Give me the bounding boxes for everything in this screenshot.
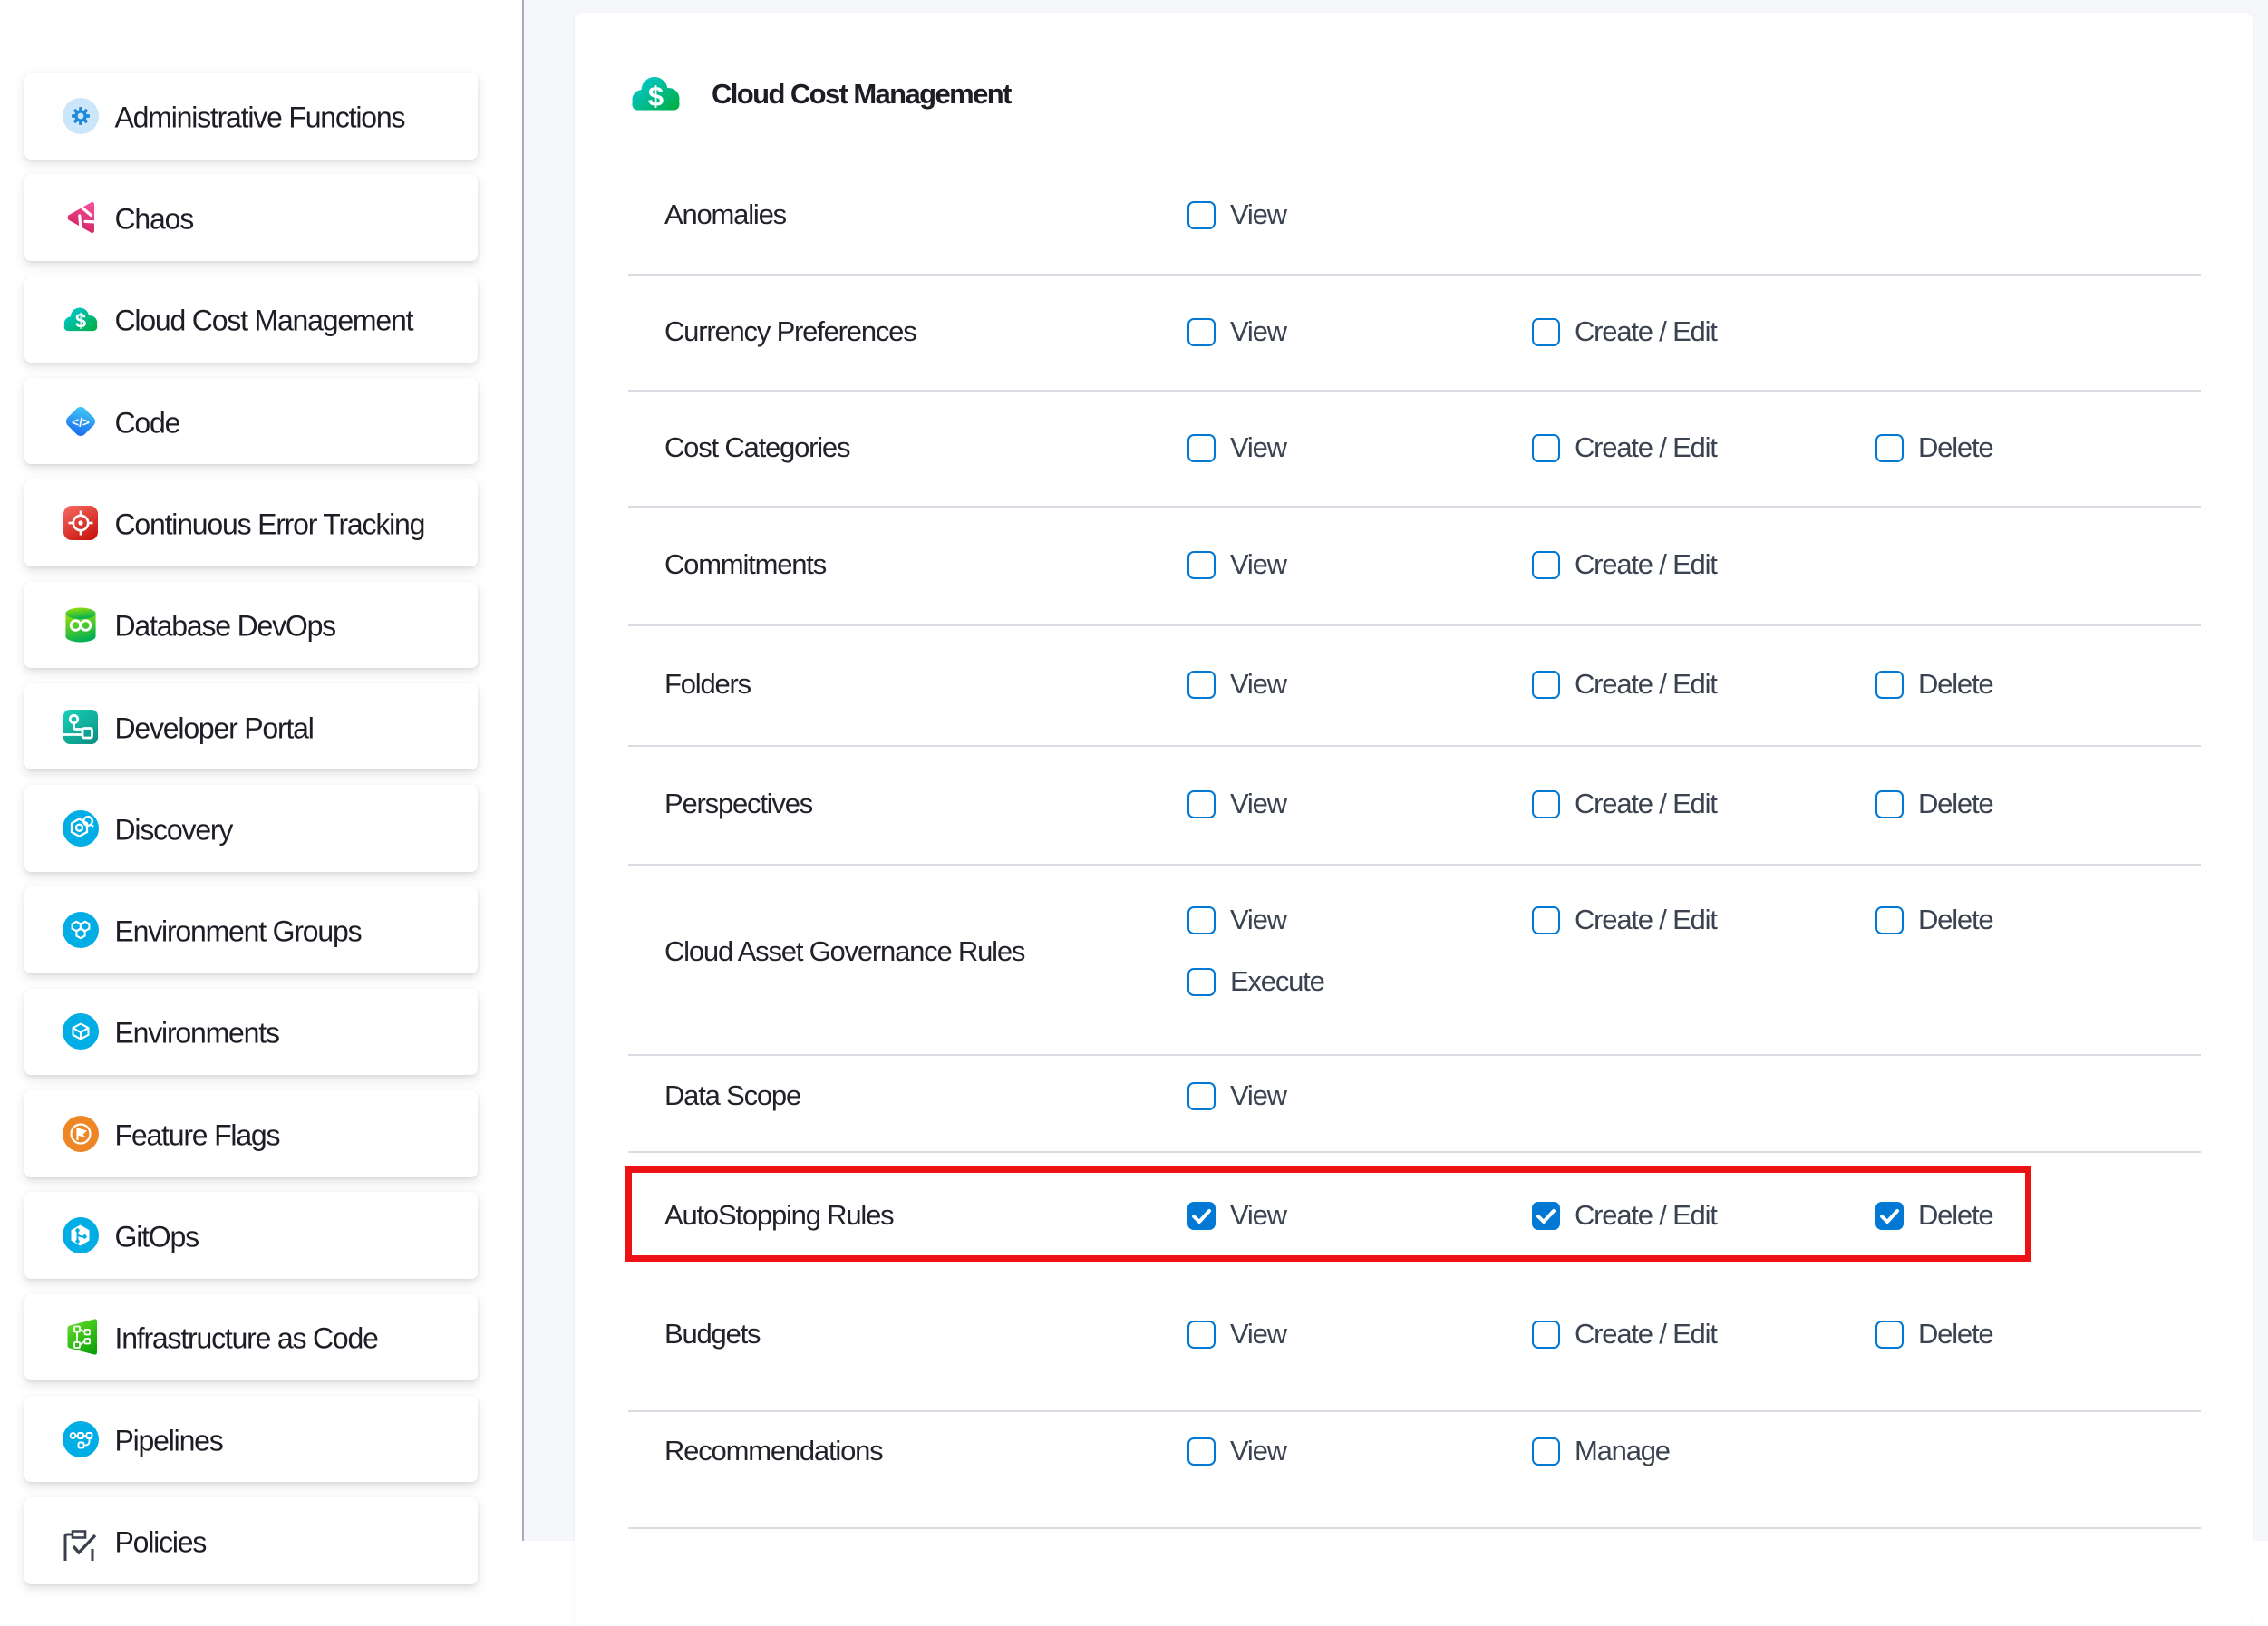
svg-text:$: $ [75,309,86,332]
svg-text:$: $ [648,81,664,112]
svg-text:</>: </> [72,415,90,429]
